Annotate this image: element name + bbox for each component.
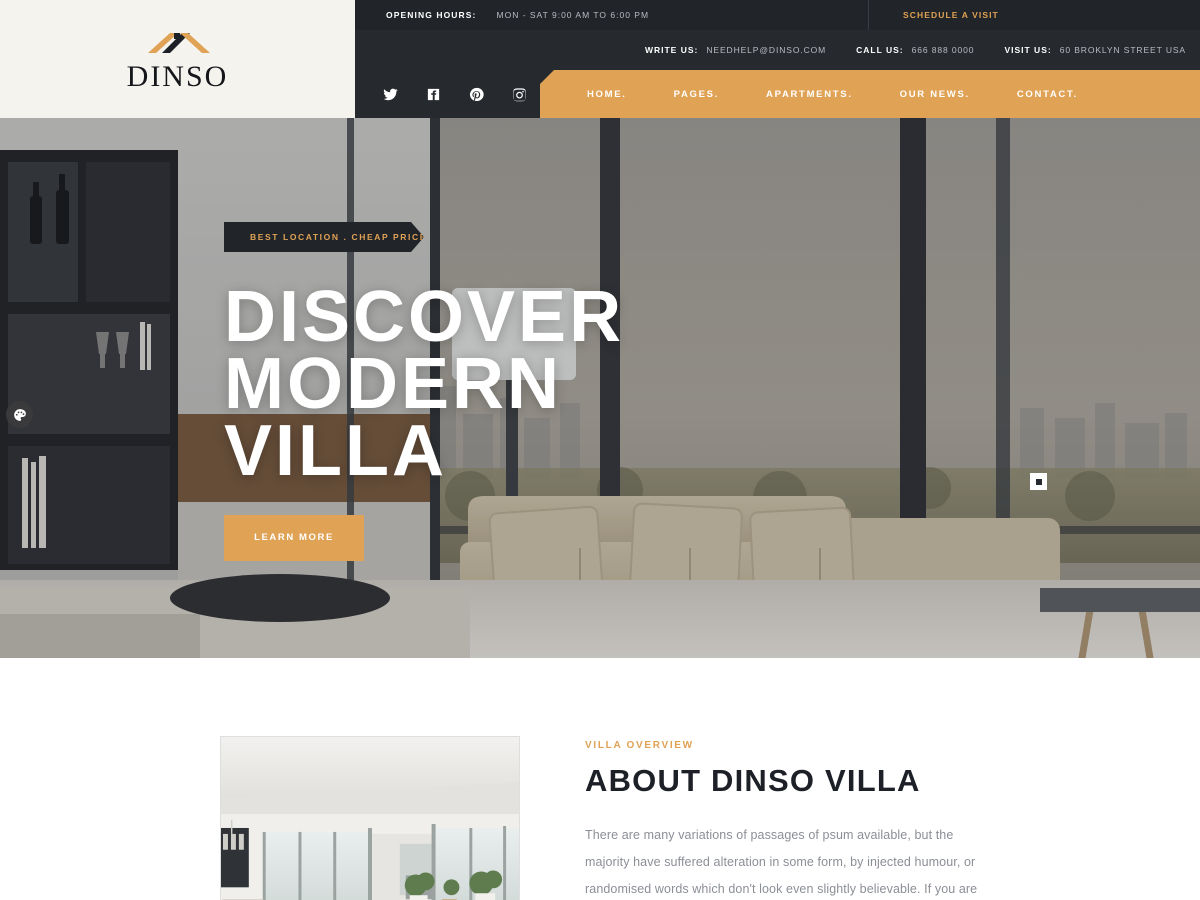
about-title: About Dinso Villa [585, 763, 921, 798]
nav-item-pages[interactable]: Pages. [674, 89, 719, 100]
hero-badge-label: Best Location . Cheap Price [250, 232, 428, 242]
hero-title: Discover Modern Villa [224, 277, 924, 491]
hero-title-line-2: Modern [224, 343, 562, 424]
facebook-icon[interactable] [425, 86, 441, 102]
nav-item-home[interactable]: Home. [587, 89, 627, 100]
about-image [220, 736, 520, 900]
about-section: Villa Overview About Dinso Villa There a… [0, 658, 1200, 900]
nav-panel: Home. Pages. Apartments. Our News. Conta… [540, 70, 1200, 118]
main-menu: Home. Pages. Apartments. Our News. Conta… [587, 70, 1125, 118]
hero-title-line-1: Discover [224, 277, 625, 357]
site-header: DINSO Opening Hours: Mon - Sat 9:00 AM t… [0, 0, 1200, 118]
logo-wordmark: DINSO [126, 59, 229, 93]
contact-visit-us: Visit Us: 60 Broklyn Street USA [1004, 45, 1186, 55]
contact-value-address: 60 Broklyn Street USA [1059, 45, 1186, 55]
header-right: Opening Hours: Mon - Sat 9:00 AM to 6:00… [355, 0, 1200, 118]
social-links [382, 70, 527, 118]
nav-item-apartments[interactable]: Apartments. [766, 89, 853, 100]
contact-label: Visit Us: [1004, 45, 1052, 55]
hero-title-line-3: Villa [224, 410, 447, 491]
opening-hours-value: Mon - Sat 9:00 AM to 6:00 PM [496, 10, 650, 20]
about-body: Villa Overview About Dinso Villa There a… [585, 736, 980, 900]
villa-interior-photo [221, 737, 519, 900]
contact-bar: Write Us: needhelp@dinso.com Call Us: 66… [355, 30, 1200, 70]
site-logo[interactable]: DINSO [108, 27, 248, 92]
contact-call-us: Call Us: 666 888 0000 [856, 45, 974, 55]
navigation-bar: Home. Pages. Apartments. Our News. Conta… [355, 70, 1200, 118]
opening-hours-group: Opening Hours: Mon - Sat 9:00 AM to 6:00… [355, 10, 649, 20]
contact-value-email[interactable]: needhelp@dinso.com [706, 45, 826, 55]
topbar-divider [868, 0, 869, 30]
instagram-icon[interactable] [511, 86, 527, 102]
about-paragraph: There are many variations of passages of… [585, 828, 978, 896]
top-info-bar: Opening Hours: Mon - Sat 9:00 AM to 6:00… [355, 0, 1200, 30]
contact-label: Write Us: [644, 45, 699, 55]
hero-content: Best Location . Cheap Price Discover Mod… [224, 222, 924, 561]
theme-palette-button[interactable] [6, 401, 33, 428]
schedule-visit-label: Schedule A Visit [903, 10, 999, 20]
contact-write-us: Write Us: needhelp@dinso.com [645, 45, 826, 55]
opening-hours-label: Opening Hours: [386, 10, 477, 20]
schedule-visit-link[interactable]: Schedule A Visit [903, 0, 999, 30]
contact-value-phone[interactable]: 666 888 0000 [912, 45, 975, 55]
contact-label: Call Us: [856, 45, 904, 55]
pinterest-icon[interactable] [468, 86, 484, 102]
nav-item-our-news[interactable]: Our News. [900, 89, 970, 100]
learn-more-label: Learn More [254, 532, 334, 544]
palette-icon [13, 408, 26, 421]
about-inner: Villa Overview About Dinso Villa There a… [220, 736, 980, 900]
twitter-icon[interactable] [382, 86, 398, 102]
hero-badge: Best Location . Cheap Price [224, 222, 424, 252]
about-eyebrow: Villa Overview [585, 740, 694, 751]
learn-more-button[interactable]: Learn More [224, 514, 364, 561]
slider-indicator-icon[interactable] [1030, 473, 1047, 490]
hero-slider: Best Location . Cheap Price Discover Mod… [0, 118, 1200, 658]
logo-panel[interactable]: DINSO [0, 0, 355, 118]
roof-logo-icon [147, 32, 210, 53]
nav-item-contact[interactable]: Contact. [1017, 89, 1078, 100]
